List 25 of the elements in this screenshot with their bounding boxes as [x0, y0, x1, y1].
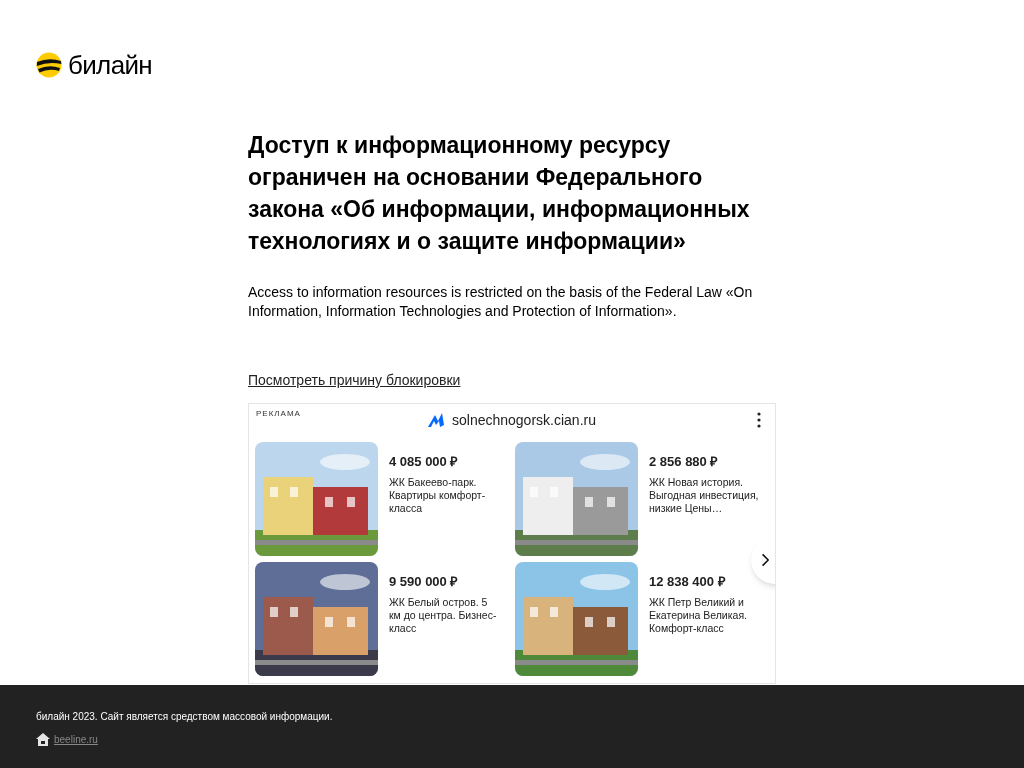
english-notice: Access to information resources is restricted on the basis of the Federal Law «On Information, Information Technologies and Protection of Information».: [248, 283, 754, 321]
beeline-link[interactable]: beeline.ru: [54, 732, 98, 747]
chevron-right-icon: [761, 553, 769, 567]
logo-text: билайн: [68, 52, 153, 78]
ad-card[interactable]: 9 590 000 ₽ ЖК Белый остров. 5 км до центра. Бизнес-класс: [255, 562, 515, 676]
ad-card[interactable]: 2 856 880 ₽ ЖК Новая история. Выгодная инвестиция, низкие Цены…: [515, 442, 775, 556]
ad-card[interactable]: 4 085 000 ₽ ЖК Бакеево-парк. Квартиры комфорт-класса: [255, 442, 515, 556]
price: 2 856 880 ₽: [649, 453, 720, 471]
ad-card[interactable]: 12 838 400 ₽ ЖК Петр Великий и Екатерина Великая. Комфорт-класс: [515, 562, 775, 676]
footer-text: билайн 2023. Сайт является средством массовой информации.: [36, 710, 334, 724]
description: ЖК Белый остров. 5 км до центра. Бизнес-класс: [389, 595, 498, 635]
ad-domain[interactable]: solnechnogorsk.cian.ru: [452, 409, 596, 431]
home-icon: [36, 733, 50, 746]
ad-label: РЕКЛАМА: [256, 408, 301, 420]
price: 12 838 400 ₽: [649, 573, 727, 591]
block-reason-link[interactable]: Посмотреть причину блокировки: [248, 371, 461, 389]
description: ЖК Бакеево-парк. Квартиры комфорт-класса: [389, 475, 487, 515]
description: ЖК Новая история. Выгодная инвестиция, низкие Цены…: [649, 475, 760, 515]
brand-icon: [428, 413, 444, 427]
more-icon[interactable]: [757, 412, 761, 428]
description: ЖК Петр Великий и Екатерина Великая. Комфорт-класс: [649, 595, 748, 635]
heading: Доступ к информационному ресурсу ограничен на основании Федерального закона «Об информации, информационных технологиях и о защите информации»: [248, 131, 751, 256]
price: 4 085 000 ₽: [389, 453, 460, 471]
price: 9 590 000 ₽: [389, 573, 460, 591]
logo-icon: [36, 52, 62, 78]
